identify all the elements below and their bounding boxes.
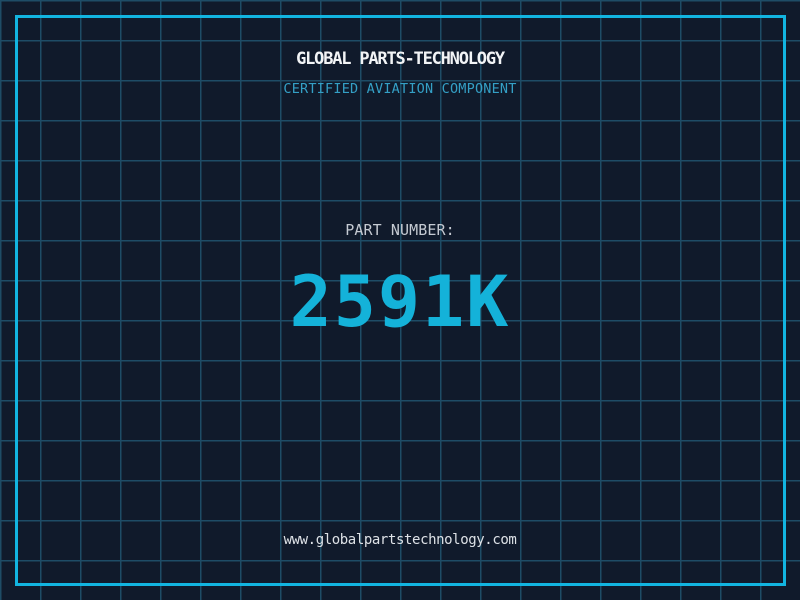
part-number-value: 2591K <box>289 261 511 343</box>
part-number-label: PART NUMBER: <box>345 221 455 239</box>
website-url: www.globalpartstechnology.com <box>283 532 517 548</box>
certification-subtitle: CERTIFIED AVIATION COMPONENT <box>283 81 517 97</box>
part-certificate-card: GLOBAL PARTS-TECHNOLOGY CERTIFIED AVIATI… <box>0 0 800 600</box>
company-name: GLOBAL PARTS-TECHNOLOGY <box>296 49 505 69</box>
